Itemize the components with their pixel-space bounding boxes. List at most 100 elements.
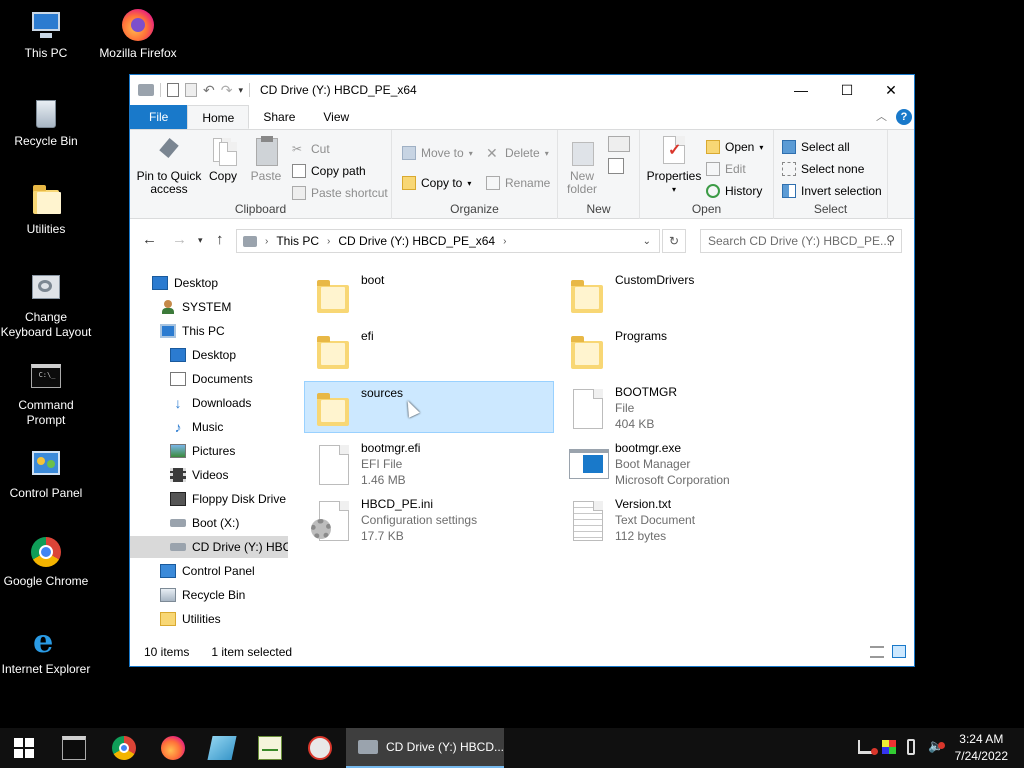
desktop-icon-utilities[interactable]: Utilities xyxy=(0,184,92,237)
close-button[interactable]: ✕ xyxy=(868,75,914,105)
folder-icon xyxy=(160,612,176,626)
delete-button[interactable]: ✕ Delete ▾ xyxy=(486,144,549,162)
nav-item-system[interactable]: SYSTEM xyxy=(160,296,231,318)
start-windows-icon[interactable] xyxy=(14,738,34,758)
item-count: 10 items xyxy=(144,645,190,659)
firefox-icon[interactable] xyxy=(161,736,185,760)
help-icon[interactable]: ? xyxy=(896,109,912,125)
nav-item-music[interactable]: ♪ Music xyxy=(170,416,224,438)
network-icon[interactable] xyxy=(858,740,878,755)
nav-item-videos[interactable]: Videos xyxy=(170,464,228,486)
up-arrow-icon[interactable]: ↑ xyxy=(216,231,224,248)
tab-view[interactable]: View xyxy=(309,105,363,129)
nav-item-desktop-root[interactable]: Desktop xyxy=(152,272,218,294)
redo-icon[interactable]: ↷ xyxy=(221,82,233,99)
nav-item-utilities[interactable]: Utilities xyxy=(160,608,221,630)
file-item-sources[interactable]: sources xyxy=(304,381,554,433)
maximize-button[interactable]: ☐ xyxy=(824,75,870,105)
nav-item-floppy[interactable]: Floppy Disk Drive xyxy=(170,488,286,510)
copy-button[interactable]: Copy xyxy=(206,136,240,183)
title-bar[interactable]: ↶ ↷ ▾ CD Drive (Y:) HBCD_PE_x64 — ☐ ✕ xyxy=(130,75,914,105)
select-all-button[interactable]: Select all xyxy=(782,138,850,156)
nav-item-cd-drive[interactable]: CD Drive (Y:) HBC xyxy=(130,536,288,558)
properties-icon[interactable] xyxy=(167,83,179,97)
desktop-icon-internet-explorer[interactable]: e Internet Explorer xyxy=(0,624,92,677)
invert-selection-button[interactable]: Invert selection xyxy=(782,182,882,200)
paste-button[interactable]: Paste xyxy=(248,136,284,183)
folder-icon xyxy=(315,331,351,373)
desktop-icon-this-pc[interactable]: This PC xyxy=(0,8,92,61)
rename-button[interactable]: Rename xyxy=(486,174,550,192)
customize-qat-icon[interactable]: ▾ xyxy=(238,85,243,96)
select-none-button[interactable]: Select none xyxy=(782,160,864,178)
desktop-icon-control-panel[interactable]: Control Panel xyxy=(0,448,92,501)
group-label: Organize xyxy=(450,202,499,216)
command-prompt-icon[interactable] xyxy=(62,736,86,760)
nav-item-this-pc[interactable]: This PC xyxy=(160,320,225,342)
tab-home[interactable]: Home xyxy=(187,105,250,129)
minimize-button[interactable]: — xyxy=(778,75,824,105)
cut-button[interactable]: ✂ Cut xyxy=(292,140,330,158)
new-folder-button[interactable]: New folder xyxy=(562,136,602,196)
nav-item-downloads[interactable]: ↓ Downloads xyxy=(170,392,252,414)
file-item-hbcd-pe-ini[interactable]: HBCD_PE.ini Configuration settings 17.7 KB xyxy=(305,493,555,545)
recent-locations-icon[interactable]: ▾ xyxy=(198,235,203,246)
edit-button[interactable]: Edit xyxy=(706,160,746,178)
history-button[interactable]: History xyxy=(706,182,762,200)
breadcrumb-this-pc[interactable]: This PC xyxy=(276,234,319,248)
command-prompt-icon: C:\_ xyxy=(29,360,63,394)
search-input[interactable]: Search CD Drive (Y:) HBCD_PE... ⚲ xyxy=(700,229,902,253)
notepad-icon[interactable] xyxy=(207,736,237,760)
details-view-icon[interactable] xyxy=(870,646,884,658)
tab-share[interactable]: Share xyxy=(249,105,309,129)
snipping-tool-icon[interactable] xyxy=(308,736,332,760)
move-to-button[interactable]: Move to ▾ xyxy=(402,144,473,162)
desktop-icon-recycle-bin[interactable]: Recycle Bin xyxy=(0,96,92,149)
undo-icon[interactable]: ↶ xyxy=(203,82,215,99)
file-item-efi[interactable]: efi xyxy=(305,325,555,377)
file-item-boot[interactable]: boot xyxy=(305,269,555,321)
refresh-icon[interactable]: ↻ xyxy=(662,229,686,253)
file-item-customdrivers[interactable]: CustomDrivers xyxy=(559,269,809,321)
desktop-icon-google-chrome[interactable]: Google Chrome xyxy=(0,536,92,589)
file-item-version-txt[interactable]: Version.txt Text Document 112 bytes xyxy=(559,493,809,545)
nav-item-documents[interactable]: Documents xyxy=(170,368,253,390)
back-arrow-icon[interactable]: ← xyxy=(142,231,157,248)
open-button[interactable]: Open ▾ xyxy=(706,138,763,156)
file-item-bootmgr-exe[interactable]: bootmgr.exe Boot Manager Microsoft Corpora… xyxy=(559,437,809,489)
ribbon: Pin to Quick access Copy Paste ✂ Cut Copy… xyxy=(130,129,914,220)
pin-to-quick-access-button[interactable]: Pin to Quick access xyxy=(136,136,202,196)
collapse-ribbon-icon[interactable]: ︿ xyxy=(876,108,887,124)
color-display-icon[interactable] xyxy=(882,740,896,754)
file-item-bootmgr[interactable]: BOOTMGR File 404 KB xyxy=(559,381,809,433)
desktop-icon-change-keyboard-layout[interactable]: Change Keyboard Layout xyxy=(0,272,92,340)
volume-muted-icon[interactable]: 🔈 xyxy=(928,738,945,754)
large-icons-view-icon[interactable] xyxy=(892,645,906,658)
file-item-bootmgr-efi[interactable]: bootmgr.efi EFI File 1.46 MB xyxy=(305,437,555,489)
new-folder-icon[interactable] xyxy=(185,83,197,97)
tab-file[interactable]: File xyxy=(130,105,188,129)
usb-device-icon[interactable] xyxy=(907,739,915,755)
nav-item-pictures[interactable]: Pictures xyxy=(170,440,235,462)
breadcrumb-cd-drive[interactable]: CD Drive (Y:) HBCD_PE_x64 xyxy=(338,234,495,248)
task-manager-icon[interactable] xyxy=(258,736,282,760)
copy-path-button[interactable]: Copy path xyxy=(292,162,366,180)
system-clock[interactable]: 3:24 AM 7/24/2022 xyxy=(955,731,1008,765)
nav-item-recycle-bin[interactable]: Recycle Bin xyxy=(160,584,245,606)
nav-item-control-panel[interactable]: Control Panel xyxy=(160,560,255,582)
easy-access-icon[interactable] xyxy=(608,158,624,174)
new-item-icon[interactable] xyxy=(608,136,630,152)
nav-item-boot-x[interactable]: Boot (X:) xyxy=(170,512,239,534)
paste-shortcut-button[interactable]: Paste shortcut xyxy=(292,184,388,202)
nav-item-desktop[interactable]: Desktop xyxy=(170,344,236,366)
forward-arrow-icon[interactable]: → xyxy=(172,231,187,248)
desktop-icon-firefox[interactable]: Mozilla Firefox xyxy=(92,8,184,61)
chrome-icon[interactable] xyxy=(112,736,136,760)
taskbar-explorer-button[interactable]: CD Drive (Y:) HBCD... xyxy=(346,728,504,768)
file-item-programs[interactable]: Programs xyxy=(559,325,809,377)
breadcrumb[interactable]: › This PC › CD Drive (Y:) HBCD_PE_x64 › … xyxy=(236,229,660,253)
copy-to-button[interactable]: Copy to ▾ xyxy=(402,174,471,192)
address-dropdown-icon[interactable]: ⌄ xyxy=(643,236,651,247)
properties-button[interactable]: ✓ Properties ▾ xyxy=(646,136,702,196)
desktop-icon-command-prompt[interactable]: C:\_ Command Prompt xyxy=(0,360,92,428)
